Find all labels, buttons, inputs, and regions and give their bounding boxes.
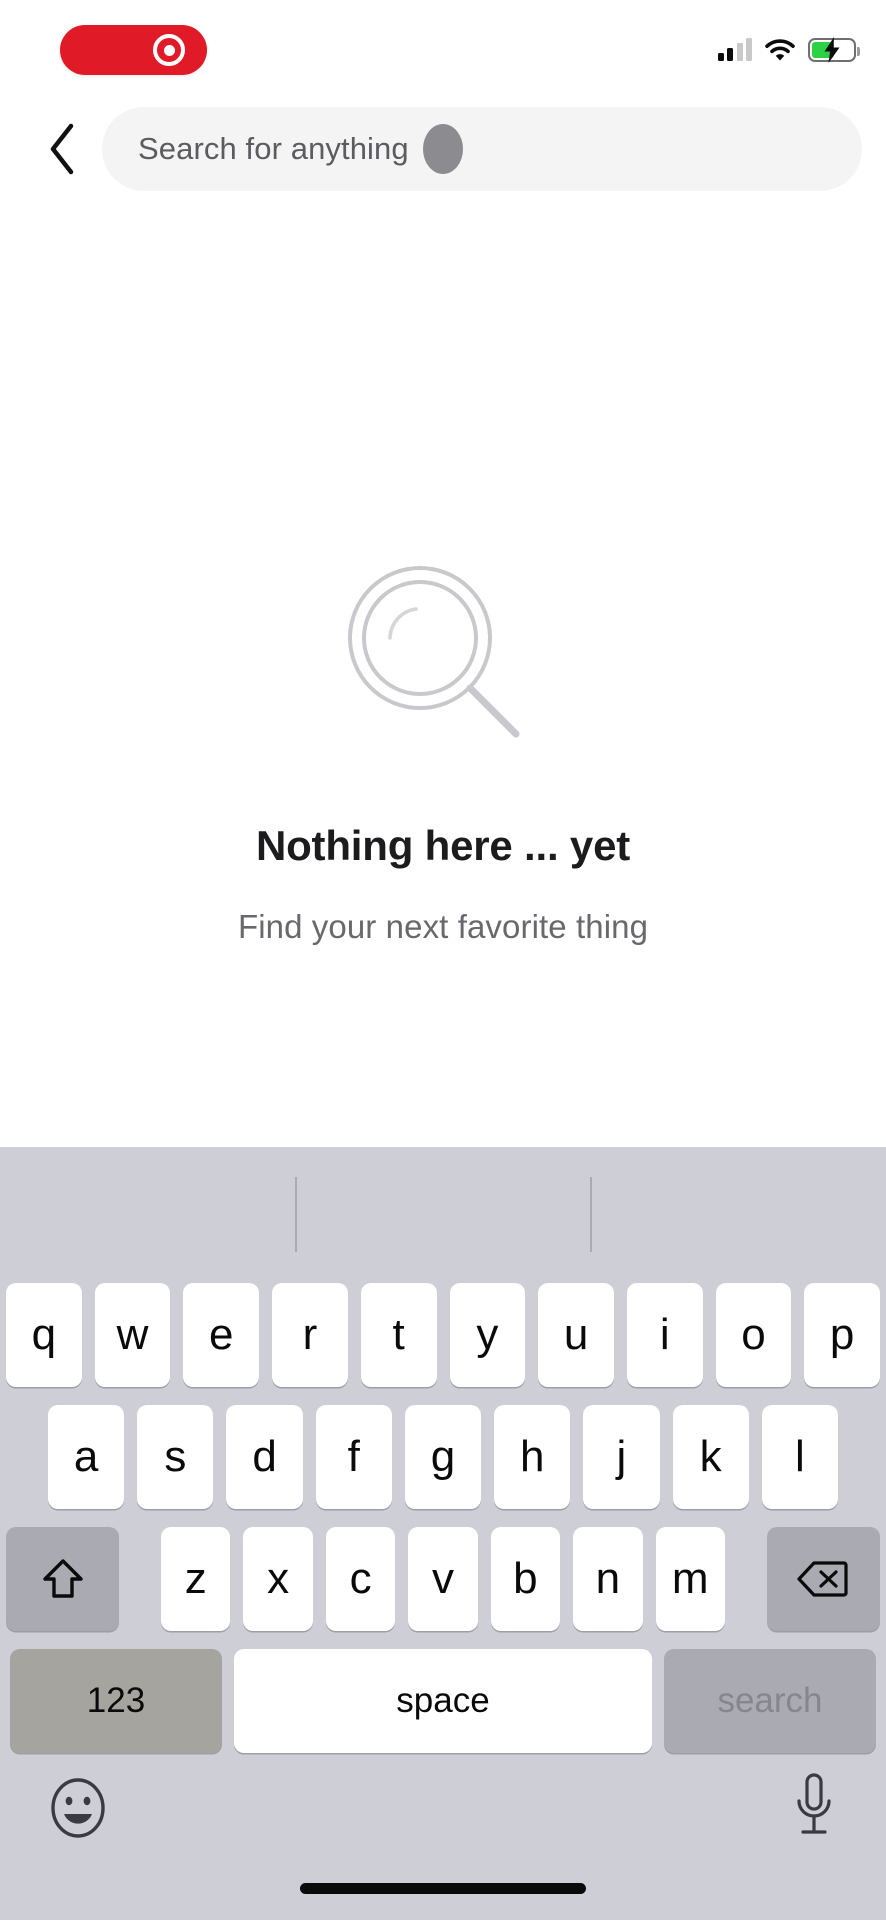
key-k[interactable]: k bbox=[672, 1405, 749, 1509]
search-placeholder-text: Search for anything bbox=[138, 131, 409, 166]
key-m[interactable]: m bbox=[655, 1527, 725, 1631]
microphone-icon bbox=[797, 1773, 831, 1834]
target-bullseye-logo bbox=[60, 25, 207, 75]
key-g[interactable]: g bbox=[404, 1405, 482, 1509]
key-x[interactable]: x bbox=[243, 1527, 313, 1631]
charging-bolt-icon bbox=[824, 37, 840, 63]
wifi-icon bbox=[765, 38, 795, 60]
key-o[interactable]: o bbox=[715, 1283, 792, 1387]
status-bar bbox=[0, 0, 886, 100]
key-h[interactable]: h bbox=[494, 1405, 571, 1509]
key-f[interactable]: f bbox=[315, 1405, 392, 1509]
magnifying-glass-icon bbox=[348, 566, 520, 738]
empty-state-title: Nothing here ... yet bbox=[255, 822, 631, 869]
key-q[interactable]: q bbox=[5, 1283, 82, 1387]
shift-arrow-icon bbox=[42, 1559, 83, 1598]
emoji-key[interactable] bbox=[48, 1777, 108, 1844]
key-i[interactable]: i bbox=[626, 1283, 703, 1387]
key-v[interactable]: v bbox=[408, 1527, 478, 1631]
key-s[interactable]: s bbox=[137, 1405, 214, 1509]
suggestion-divider bbox=[590, 1177, 592, 1252]
key-a[interactable]: a bbox=[48, 1405, 125, 1509]
keyboard-row-3: z x c v b n m bbox=[0, 1527, 886, 1631]
on-screen-keyboard: q w e r t y u i o p a s d f g h j k l z … bbox=[0, 1147, 886, 1920]
backspace-delete-icon bbox=[797, 1561, 849, 1597]
key-l[interactable]: l bbox=[761, 1405, 838, 1509]
chevron-left-icon bbox=[50, 123, 74, 175]
key-e[interactable]: e bbox=[183, 1283, 260, 1387]
dictation-key[interactable] bbox=[790, 1771, 838, 1846]
key-n[interactable]: n bbox=[573, 1527, 643, 1631]
keyboard-row-4: 123 space search bbox=[0, 1649, 886, 1753]
search-header: Search for anything bbox=[0, 104, 886, 194]
key-t[interactable]: t bbox=[360, 1283, 437, 1387]
keyboard-row-1: q w e r t y u i o p bbox=[0, 1283, 886, 1387]
key-z[interactable]: z bbox=[161, 1527, 231, 1631]
cellular-signal-icon bbox=[717, 38, 752, 61]
bullseye-icon bbox=[153, 34, 185, 66]
empty-state: Nothing here ... yet Find your next favo… bbox=[0, 560, 886, 946]
space-key[interactable]: space bbox=[234, 1649, 652, 1753]
key-d[interactable]: d bbox=[226, 1405, 303, 1509]
shift-key[interactable] bbox=[6, 1527, 120, 1631]
predictive-suggestion-bar[interactable] bbox=[0, 1147, 886, 1283]
key-r[interactable]: r bbox=[272, 1283, 348, 1387]
suggestion-divider bbox=[295, 1177, 297, 1252]
home-indicator-bar[interactable] bbox=[300, 1883, 586, 1894]
empty-state-subtitle: Find your next favorite thing bbox=[237, 908, 649, 945]
key-p[interactable]: p bbox=[804, 1283, 881, 1387]
bullseye-center-dot bbox=[163, 44, 175, 56]
back-button[interactable] bbox=[34, 114, 90, 184]
battery-charging-icon bbox=[808, 37, 860, 63]
numbers-key[interactable]: 123 bbox=[10, 1649, 222, 1753]
touch-point-indicator bbox=[423, 124, 463, 174]
search-input[interactable]: Search for anything bbox=[102, 107, 862, 191]
keyboard-row-2: a s d f g h j k l bbox=[0, 1405, 886, 1509]
key-u[interactable]: u bbox=[538, 1283, 614, 1387]
status-icons bbox=[717, 37, 860, 63]
key-j[interactable]: j bbox=[583, 1405, 660, 1509]
key-b[interactable]: b bbox=[490, 1527, 561, 1631]
key-c[interactable]: c bbox=[325, 1527, 396, 1631]
emoji-smiley-icon bbox=[51, 1778, 105, 1838]
key-w[interactable]: w bbox=[94, 1283, 171, 1387]
keyboard-bottom-bar bbox=[0, 1753, 886, 1920]
search-return-key[interactable]: search bbox=[664, 1649, 876, 1753]
backspace-key[interactable] bbox=[766, 1527, 880, 1631]
key-y[interactable]: y bbox=[449, 1283, 526, 1387]
